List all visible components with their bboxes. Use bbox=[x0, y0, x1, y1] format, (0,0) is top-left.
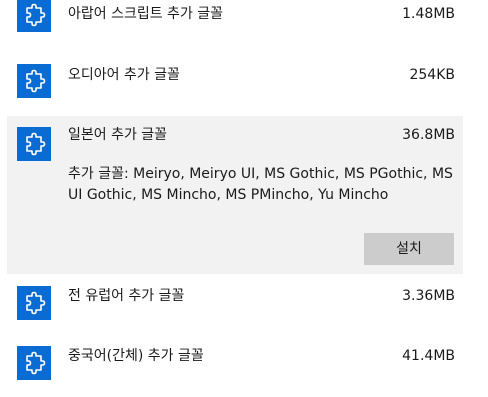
feature-name: 오디아어 추가 글꼴 bbox=[68, 67, 180, 83]
feature-item-chinese-simplified-fonts[interactable]: 중국어(간체) 추가 글꼴 41.4MB bbox=[7, 338, 463, 384]
feature-name: 일본어 추가 글꼴 bbox=[68, 127, 168, 143]
feature-size: 1.48MB bbox=[402, 6, 455, 22]
puzzle-piece-icon bbox=[17, 64, 51, 98]
puzzle-piece-icon bbox=[17, 127, 51, 161]
puzzle-piece-icon bbox=[17, 346, 51, 380]
feature-name: 중국어(간체) 추가 글꼴 bbox=[68, 348, 204, 364]
puzzle-piece-icon bbox=[17, 0, 51, 32]
feature-name: 아랍어 스크립트 추가 글꼴 bbox=[68, 6, 224, 22]
puzzle-piece-icon bbox=[17, 286, 51, 320]
feature-size: 3.36MB bbox=[402, 288, 455, 304]
optional-features-list: 아랍어 스크립트 추가 글꼴 1.48MB 오디아어 추가 글꼴 254KB 일… bbox=[0, 0, 488, 397]
install-button[interactable]: 설치 bbox=[364, 233, 454, 265]
feature-size: 254KB bbox=[409, 67, 455, 83]
feature-size: 41.4MB bbox=[402, 348, 455, 364]
feature-description: 추가 글꼴: Meiryo, Meiryo UI, MS Gothic, MS … bbox=[68, 166, 453, 203]
feature-item-odia-fonts[interactable]: 오디아어 추가 글꼴 254KB bbox=[7, 56, 463, 102]
feature-item-pan-european-fonts[interactable]: 전 유럽어 추가 글꼴 3.36MB bbox=[7, 278, 463, 324]
feature-size: 36.8MB bbox=[402, 127, 455, 143]
feature-item-arabic-fonts[interactable]: 아랍어 스크립트 추가 글꼴 1.48MB bbox=[7, 0, 463, 44]
feature-item-japanese-fonts[interactable]: 일본어 추가 글꼴 36.8MB 추가 글꼴: Meiryo, Meiryo U… bbox=[7, 116, 463, 274]
feature-name: 전 유럽어 추가 글꼴 bbox=[68, 288, 185, 304]
